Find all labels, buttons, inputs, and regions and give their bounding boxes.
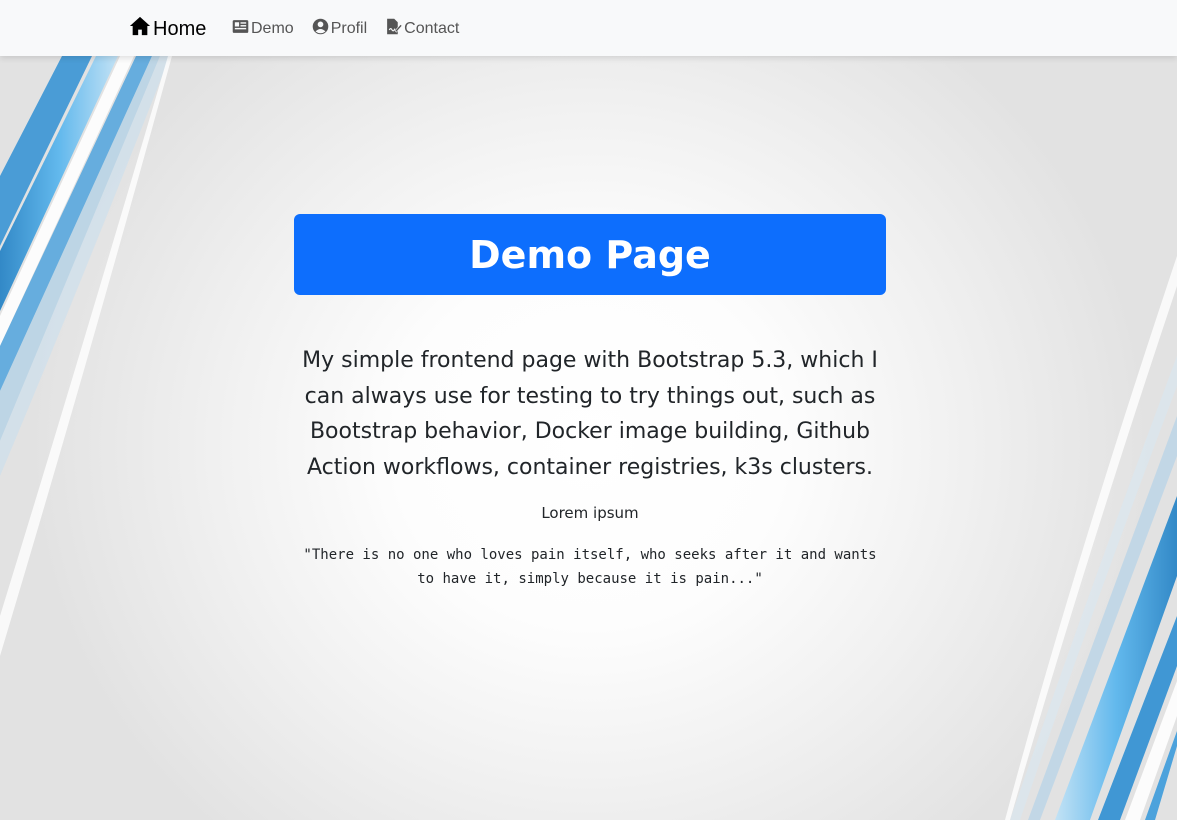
file-signature-icon	[385, 18, 403, 40]
nav-profil-label: Profil	[330, 20, 368, 37]
nav-links: Demo Profil Contact	[232, 18, 459, 40]
nav-home-label: Home	[153, 17, 207, 40]
nav-demo-link[interactable]: Demo	[232, 18, 294, 40]
navbar: Home Demo Profil Contact	[0, 0, 1177, 56]
home-icon	[129, 15, 151, 43]
page-title-banner: Demo Page	[294, 214, 886, 295]
page-description: My simple frontend page with Bootstrap 5…	[302, 348, 878, 480]
section-subtitle: Lorem ipsum	[541, 504, 639, 522]
quote-text: "There is no one who loves pain itself, …	[303, 547, 877, 587]
nav-contact-label: Contact	[404, 20, 460, 37]
nav-demo-label: Demo	[251, 20, 294, 37]
user-circle-icon	[312, 18, 329, 40]
newspaper-icon	[232, 18, 249, 40]
nav-home-link[interactable]: Home	[129, 16, 206, 42]
page-title: Demo Page	[469, 232, 711, 277]
nav-contact-link[interactable]: Contact	[385, 18, 459, 40]
nav-profil-link[interactable]: Profil	[312, 18, 367, 40]
